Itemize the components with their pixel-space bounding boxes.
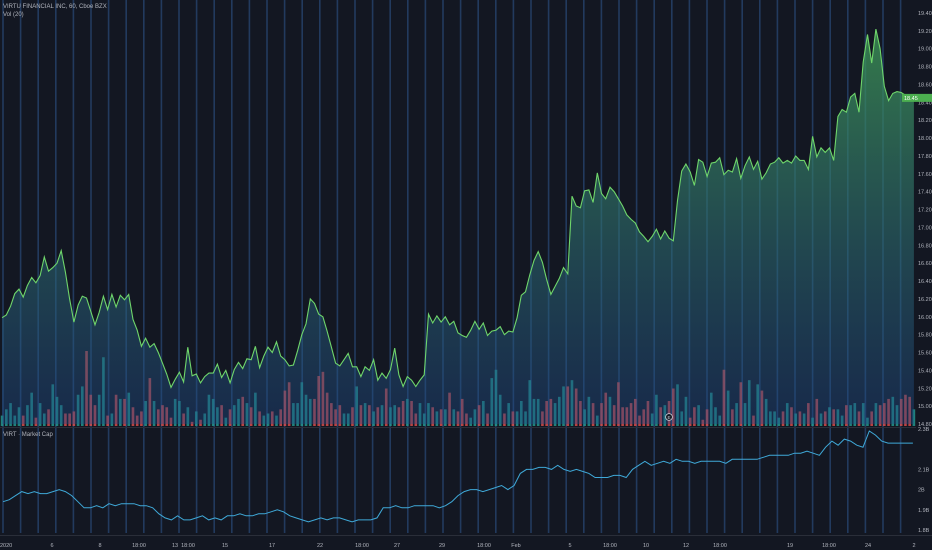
price-tick-label: 15.60 (918, 351, 932, 357)
price-tick-label: 17.40 (918, 190, 932, 196)
symbol-title[interactable]: VIRTU FINANCIAL INC, 60, Cboe BZX (3, 3, 107, 11)
time-tick-label: 22 (317, 543, 323, 549)
time-tick-label: 29 (439, 543, 445, 549)
price-tick-label: 16.60 (918, 261, 932, 267)
price-tick-label: 17.60 (918, 172, 932, 178)
price-tick-label: 16.00 (918, 315, 932, 321)
market-cap-tick-label: 2.1B (918, 467, 930, 473)
chart-canvas[interactable]: 19.4019.2019.0018.8018.6018.4018.2018.00… (0, 0, 932, 550)
price-tick-label: 17.20 (918, 208, 932, 214)
time-tick-label: 12 (683, 543, 689, 549)
price-tick-label: 17.80 (918, 154, 932, 160)
time-tick-label: 18:00 (603, 543, 617, 549)
event-marker[interactable]: E (665, 413, 673, 421)
price-tick-label: 18.20 (918, 118, 932, 124)
price-tick-label: 19.40 (918, 11, 932, 17)
time-tick-label: 18:00 (181, 543, 195, 549)
price-tick-label: 16.80 (918, 243, 932, 249)
time-tick-label: 18:00 (713, 543, 727, 549)
price-tick-label: 15.40 (918, 368, 932, 374)
price-tick-label: 18.60 (918, 82, 932, 88)
market-cap-tick-label: 1.9B (918, 508, 930, 514)
time-tick-label: 6 (50, 543, 53, 549)
price-tick-label: 16.40 (918, 279, 932, 285)
price-tick-label: 18.80 (918, 65, 932, 71)
market-cap-legend[interactable]: VIRT · Market Cap (3, 431, 53, 439)
price-tick-label: 15.20 (918, 386, 932, 392)
market-cap-tick-label: 1.8B (918, 528, 930, 534)
time-tick-label: Feb (511, 543, 520, 549)
earnings-marker-letter: E (667, 415, 670, 420)
time-tick-label: 24 (865, 543, 871, 549)
time-tick-label: 5 (568, 543, 571, 549)
time-tick-label: 19 (787, 543, 793, 549)
time-tick-label: 18:00 (132, 543, 146, 549)
price-tick-label: 15.80 (918, 333, 932, 339)
price-tick-label: 16.20 (918, 297, 932, 303)
time-tick-label: 18:00 (477, 543, 491, 549)
price-tick-label: 15.00 (918, 404, 932, 410)
price-tick-label: 19.20 (918, 29, 932, 35)
main-legend: VIRTU FINANCIAL INC, 60, Cboe BZX Vol (2… (3, 3, 107, 19)
time-tick-label: 2 (912, 543, 915, 549)
time-tick-label: 8 (98, 543, 101, 549)
price-tick-label: 18.00 (918, 136, 932, 142)
price-tick-label: 17.00 (918, 225, 932, 231)
time-tick-label: 13 (172, 543, 178, 549)
market-cap-tick-label: 2B (918, 488, 925, 494)
last-price-label: 18.45 (904, 96, 918, 102)
time-tick-label: 10 (643, 543, 649, 549)
market-cap-tick-label: 2.3B (918, 427, 930, 433)
time-tick-label: 17 (269, 543, 275, 549)
price-tick-label: 19.00 (918, 47, 932, 53)
time-tick-label: 15 (222, 543, 228, 549)
time-tick-label: 18:00 (355, 543, 369, 549)
volume-legend[interactable]: Vol (20) (3, 11, 107, 19)
time-tick-label: 27 (394, 543, 400, 549)
time-tick-label: 18:00 (822, 543, 836, 549)
time-tick-label: 2020 (0, 543, 12, 549)
